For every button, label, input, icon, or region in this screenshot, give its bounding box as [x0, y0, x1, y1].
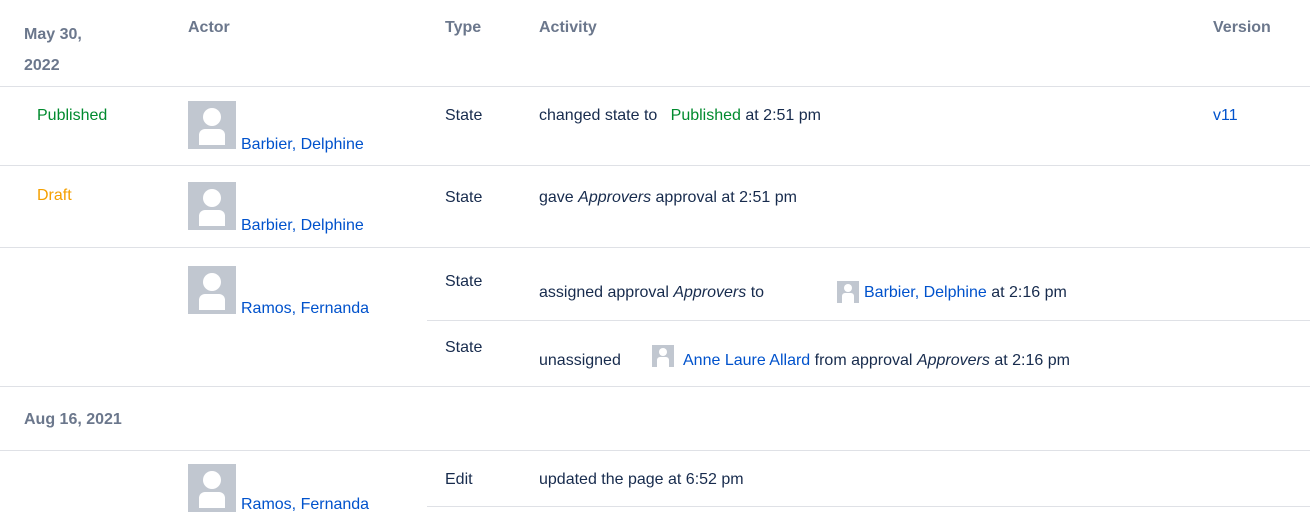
user-link[interactable]: Anne Laure Allard — [683, 352, 810, 369]
type-label: State — [445, 189, 483, 206]
header-date-line1: May 30, — [24, 26, 82, 43]
avatar-body — [199, 492, 225, 508]
actor-link[interactable]: Ramos, Fernanda — [241, 496, 369, 514]
divider — [0, 450, 1310, 451]
activity-suffix: at 2:51 pm — [745, 107, 821, 124]
avatar-small[interactable] — [652, 345, 674, 367]
divider — [0, 247, 1310, 248]
avatar[interactable] — [188, 101, 236, 149]
avatar-head — [203, 108, 221, 126]
actor-link[interactable]: Barbier, Delphine — [241, 217, 364, 235]
avatar-head — [203, 471, 221, 489]
activity-text: Barbier, Delphine at 2:16 pm — [864, 284, 1067, 302]
divider — [0, 86, 1310, 87]
type-label: Edit — [445, 471, 473, 488]
avatar-head — [203, 189, 221, 207]
activity-state: Published — [670, 107, 741, 124]
activity-suffix: at 2:16 pm — [994, 352, 1070, 369]
type-label: State — [445, 107, 483, 124]
activity-approvers: Approvers — [673, 284, 747, 301]
version-link[interactable]: v11 — [1213, 107, 1238, 125]
avatar-body — [199, 294, 225, 310]
state-label-published: Published — [37, 107, 108, 124]
header-version: Version — [1213, 19, 1271, 36]
activity-text: Anne Laure Allard from approval Approver… — [683, 352, 1070, 370]
activity-prefix: assigned approval — [539, 284, 669, 301]
activity-text: gave Approvers approval at 2:51 pm — [539, 189, 797, 207]
actor-link[interactable]: Ramos, Fernanda — [241, 300, 369, 318]
activity-prefix: changed state to — [539, 107, 658, 124]
avatar-body — [199, 210, 225, 226]
avatar-head — [844, 284, 852, 292]
user-link[interactable]: Barbier, Delphine — [864, 284, 987, 301]
type-label: State — [445, 273, 483, 290]
activity-mid: to — [750, 284, 765, 301]
type-label: State — [445, 339, 483, 356]
activity-text: changed state to Published at 2:51 pm — [539, 107, 821, 125]
avatar-body — [657, 357, 669, 367]
header-date: May 30, 2022 — [24, 19, 82, 81]
avatar-head — [203, 273, 221, 291]
divider — [0, 386, 1310, 387]
divider — [0, 165, 1310, 166]
divider — [427, 320, 1310, 321]
activity-suffix: approval at 2:51 pm — [655, 189, 797, 206]
divider — [427, 506, 1310, 507]
avatar[interactable] — [188, 266, 236, 314]
header-date-line2: 2022 — [24, 57, 60, 74]
activity-text: updated the page at 6:52 pm — [539, 471, 744, 488]
avatar-body — [199, 129, 225, 145]
activity-prefix: gave — [539, 189, 574, 206]
avatar-small[interactable] — [837, 281, 859, 303]
activity-text: unassigned — [539, 352, 621, 370]
header-actor: Actor — [188, 19, 230, 36]
activity-suffix: at 2:16 pm — [991, 284, 1067, 301]
group-date: Aug 16, 2021 — [24, 411, 122, 428]
activity-approvers: Approvers — [916, 352, 990, 369]
header-activity: Activity — [539, 19, 597, 36]
avatar[interactable] — [188, 464, 236, 512]
avatar[interactable] — [188, 182, 236, 230]
actor-link[interactable]: Barbier, Delphine — [241, 136, 364, 154]
header-type: Type — [445, 19, 482, 36]
activity-approvers: Approvers — [578, 189, 652, 206]
activity-mid: from approval — [814, 352, 913, 369]
avatar-body — [842, 293, 854, 303]
activity-prefix: unassigned — [539, 352, 621, 369]
activity-text: assigned approval Approvers to — [539, 284, 764, 302]
state-label-draft: Draft — [37, 187, 72, 204]
avatar-head — [659, 348, 667, 356]
